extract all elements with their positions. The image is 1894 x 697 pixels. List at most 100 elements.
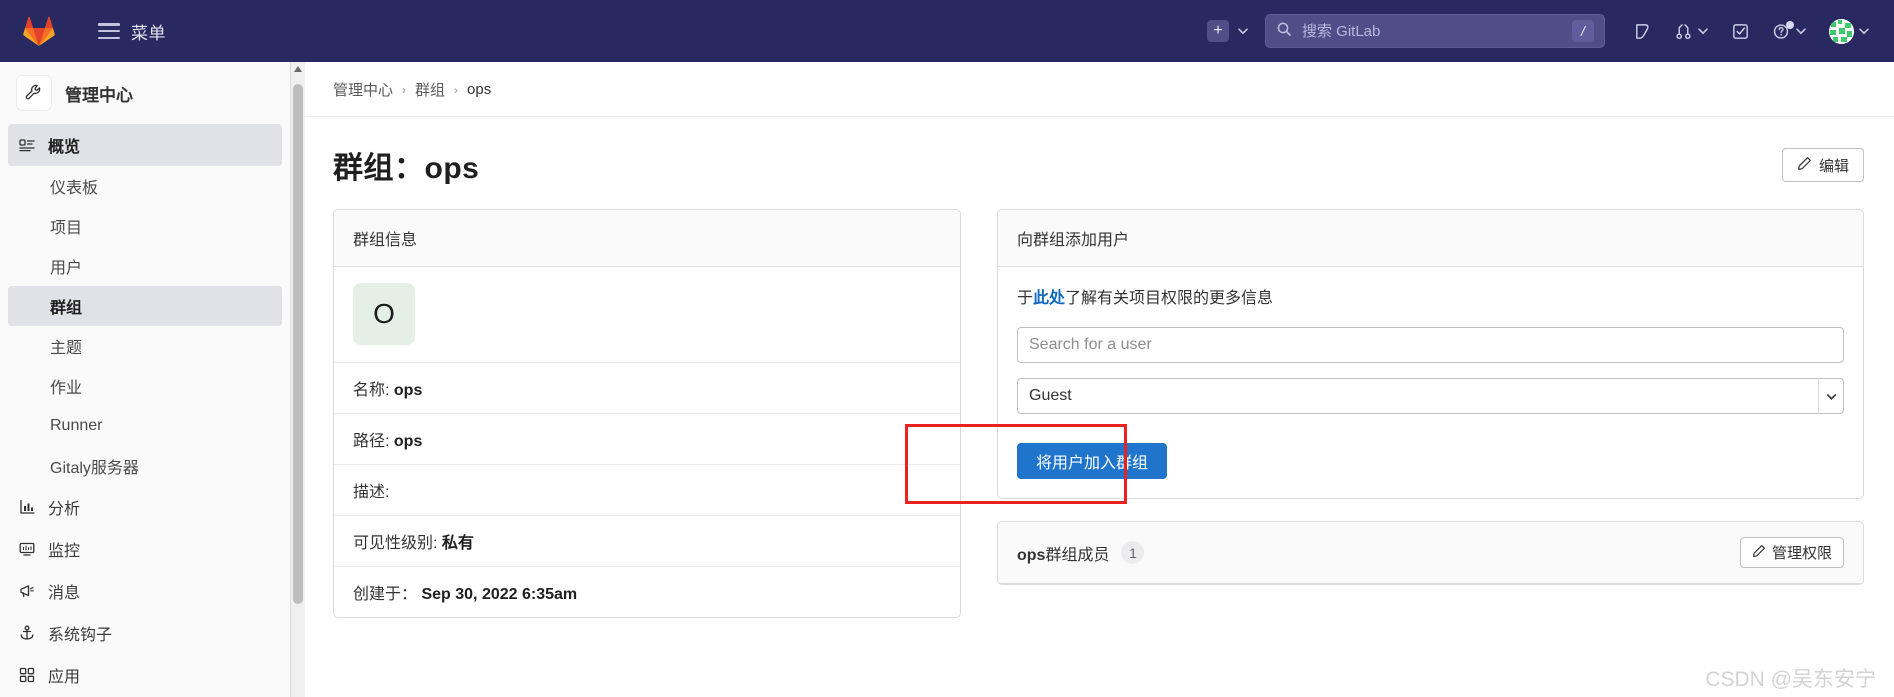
group-description-row: 描述: — [334, 465, 960, 516]
search-icon — [1276, 21, 1292, 42]
overview-icon — [18, 137, 35, 154]
help-button[interactable] — [1762, 14, 1817, 49]
hint-prefix: 于 — [1017, 290, 1034, 307]
scrollbar-thumb[interactable] — [293, 84, 303, 604]
sidebar-item-analytics[interactable]: 分析 — [8, 486, 282, 528]
permissions-hint: 于此处了解有关项目权限的更多信息 — [1017, 284, 1844, 308]
breadcrumb-item-groups[interactable]: 群组 — [415, 79, 445, 100]
group-name-row: 名称: ops — [334, 363, 960, 414]
chevron-down-icon — [1858, 25, 1870, 37]
page-header: 群组：ops 编辑 — [305, 117, 1894, 209]
sidebar-item-jobs[interactable]: 作业 — [8, 366, 282, 406]
sidebar-item-messages[interactable]: 消息 — [8, 570, 282, 612]
group-visibility-value: 私有 — [441, 535, 474, 552]
sidebar-item-label: 监控 — [48, 543, 81, 560]
avatar — [1829, 18, 1854, 44]
sidebar-item-projects[interactable]: 项目 — [8, 206, 282, 246]
group-path-row: 路径: ops — [334, 414, 960, 465]
manage-permissions-button[interactable]: 管理权限 — [1739, 537, 1844, 568]
plus-square-icon[interactable]: + — [1207, 20, 1229, 42]
permissions-help-link[interactable]: 此处 — [1033, 290, 1065, 307]
sidebar-item-label: Gitaly服务器 — [50, 460, 139, 477]
gitlab-fox-logo[interactable] — [10, 0, 68, 62]
sidebar-item-topics[interactable]: 主题 — [8, 326, 282, 366]
sidebar-item-label: 用户 — [50, 260, 83, 277]
group-info-card-header: 群组信息 — [334, 210, 960, 267]
submit-row: 将用户加入群组 — [1017, 443, 1844, 479]
sidebar-item-label: 主题 — [50, 340, 83, 357]
add-user-card-header: 向群组添加用户 — [998, 210, 1863, 267]
group-path-label: 路径: — [353, 433, 390, 450]
chevron-down-icon — [1795, 25, 1807, 37]
sidebar-header-label: 管理中心 — [65, 85, 133, 105]
sidebar-header-admin-center[interactable]: 管理中心 — [0, 62, 290, 124]
main-content: 管理中心 › 群组 › ops 群组：ops 编辑 群组信息 O 名称: ops… — [305, 62, 1894, 697]
create-new-dropdown[interactable]: + — [1207, 20, 1249, 42]
user-menu-button[interactable] — [1819, 11, 1880, 52]
sidebar-item-users[interactable]: 用户 — [8, 246, 282, 286]
scroll-up-arrow-icon[interactable] — [294, 66, 302, 72]
sidebar-item-groups[interactable]: 群组 — [8, 286, 282, 326]
notification-dot — [1786, 20, 1794, 29]
main-menu-button[interactable]: 菜单 — [90, 13, 174, 50]
hamburger-icon — [98, 23, 120, 39]
group-path-value: ops — [393, 433, 423, 450]
todos-checkbox-icon — [1733, 23, 1748, 39]
sidebar-item-label: 仪表板 — [50, 180, 99, 197]
group-avatar: O — [353, 283, 415, 345]
add-user-card: 向群组添加用户 于此处了解有关项目权限的更多信息 Guest 将用户加入群组 — [997, 209, 1864, 499]
sidebar-item-runners[interactable]: Runner — [8, 406, 282, 446]
global-search-box[interactable]: / — [1265, 14, 1605, 48]
gitlab-admin-group-page: 菜单 + / — [0, 0, 1894, 697]
admin-sidebar: 管理中心 概览 仪表板 项目 用户 群组 主题 作业 Runner Gitaly… — [0, 62, 291, 697]
members-title: ops群组成员 — [1017, 541, 1109, 565]
grid-icon — [18, 667, 35, 684]
sidebar-item-label: Runner — [50, 417, 103, 434]
wrench-icon — [16, 75, 52, 111]
access-level-select[interactable]: Guest — [1017, 378, 1844, 414]
group-info-card: 群组信息 O 名称: ops 路径: ops 描述: 可见性级别: 私有 创建于… — [333, 209, 961, 618]
anchor-icon — [18, 625, 35, 642]
sidebar-item-label: 群组 — [50, 300, 83, 317]
sidebar-item-overview[interactable]: 概览 — [8, 124, 282, 166]
members-count-badge: 1 — [1121, 541, 1145, 564]
search-shortcut-badge: / — [1572, 20, 1594, 42]
merge-requests-button[interactable] — [1664, 14, 1719, 49]
access-level-select-value[interactable]: Guest — [1017, 378, 1844, 414]
hint-suffix: 了解有关项目权限的更多信息 — [1065, 290, 1274, 307]
edit-button[interactable]: 编辑 — [1781, 148, 1864, 182]
add-user-card-body: 于此处了解有关项目权限的更多信息 Guest 将用户加入群组 — [998, 267, 1863, 498]
sidebar-nav-list: 概览 仪表板 项目 用户 群组 主题 作业 Runner Gitaly服务器 分… — [0, 124, 290, 696]
gitlab-fox-logo-icon — [23, 16, 55, 46]
user-search-input[interactable] — [1017, 327, 1844, 363]
members-title-group: ops — [1017, 546, 1046, 564]
group-description-label: 描述: — [353, 484, 390, 501]
members-title-rest: 群组成员 — [1045, 546, 1110, 564]
group-avatar-row: O — [334, 267, 960, 363]
sidebar-item-applications[interactable]: 应用 — [8, 654, 282, 696]
snippet-button[interactable] — [1623, 14, 1662, 49]
breadcrumb-separator: › — [402, 82, 407, 97]
sidebar-item-dashboard[interactable]: 仪表板 — [8, 166, 282, 206]
sidebar-item-label: 项目 — [50, 220, 83, 237]
breadcrumb-item-admin[interactable]: 管理中心 — [333, 79, 393, 100]
todos-button[interactable] — [1721, 14, 1760, 49]
content-scrollbar[interactable] — [291, 62, 305, 697]
chart-icon — [18, 499, 35, 516]
main-menu-label: 菜单 — [131, 23, 166, 43]
snippet-icon — [1636, 23, 1649, 39]
breadcrumb: 管理中心 › 群组 › ops — [305, 62, 1894, 117]
sidebar-item-label: 应用 — [48, 669, 81, 686]
sidebar-item-label: 作业 — [50, 380, 83, 397]
sidebar-item-gitaly-servers[interactable]: Gitaly服务器 — [8, 446, 282, 486]
sidebar-item-monitoring[interactable]: 监控 — [8, 528, 282, 570]
edit-button-label: 编辑 — [1818, 157, 1849, 175]
megaphone-icon — [18, 583, 35, 600]
group-name-value: ops — [393, 382, 423, 399]
sidebar-item-system-hooks[interactable]: 系统钩子 — [8, 612, 282, 654]
manage-permissions-label: 管理权限 — [1771, 545, 1832, 562]
add-user-to-group-button[interactable]: 将用户加入群组 — [1017, 443, 1168, 479]
right-column: 向群组添加用户 于此处了解有关项目权限的更多信息 Guest 将用户加入群组 — [997, 209, 1864, 618]
monitor-icon — [18, 541, 35, 558]
search-input[interactable] — [1300, 21, 1572, 41]
